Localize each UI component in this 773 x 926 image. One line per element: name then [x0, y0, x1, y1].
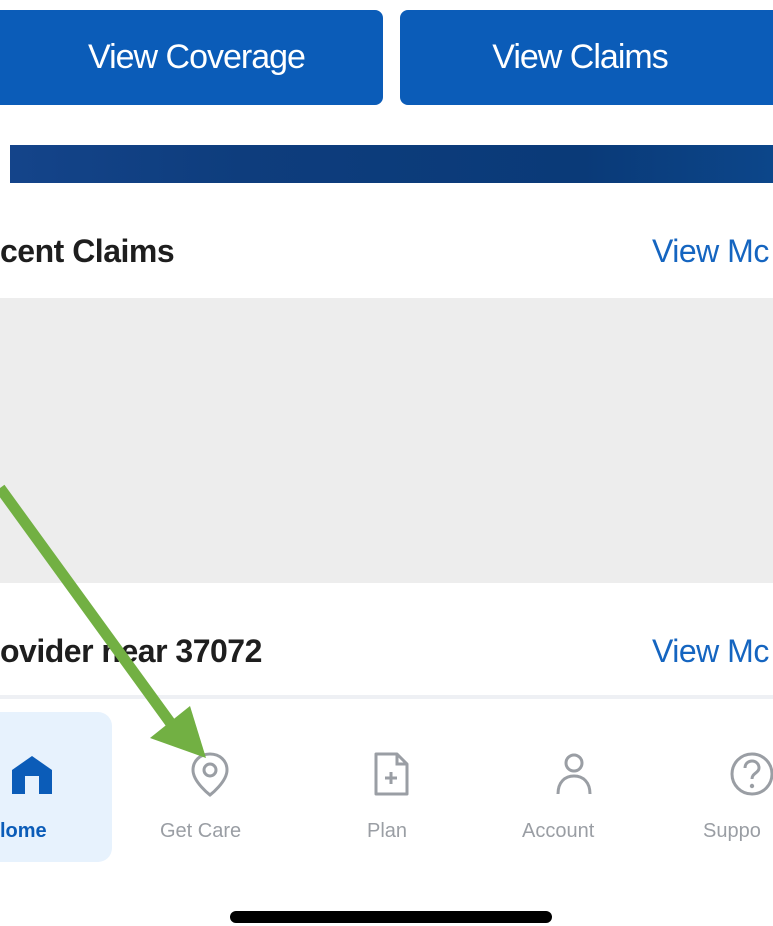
nav-label-get-care: Get Care	[160, 820, 242, 842]
document-plus-icon	[374, 752, 409, 796]
providers-heading: ovider near 37072	[0, 633, 262, 670]
nav-label-home: lome	[0, 820, 47, 842]
recent-claims-heading: cent Claims	[0, 233, 175, 269]
nav-item-get-care[interactable]: Get Care	[150, 712, 280, 862]
view-coverage-button[interactable]: View Coverage	[0, 10, 383, 105]
providers-view-more-link[interactable]: View Mc	[652, 633, 769, 670]
nav-item-support[interactable]: Suppo	[698, 712, 773, 862]
nav-label-account: Account	[522, 820, 595, 842]
nav-item-account[interactable]: Account	[512, 712, 632, 862]
user-icon	[556, 753, 592, 795]
recent-claims-panel	[0, 298, 773, 583]
home-indicator	[230, 911, 552, 923]
providers-heading-suffix: near 37072	[101, 633, 262, 669]
info-banner[interactable]	[10, 145, 773, 183]
nav-label-plan: Plan	[367, 820, 408, 842]
nav-divider	[0, 695, 773, 699]
nav-item-plan[interactable]: Plan	[345, 712, 445, 862]
providers-heading-prefix: ovider	[0, 633, 94, 669]
nav-label-support: Suppo	[703, 820, 761, 842]
view-claims-label: View Claims	[492, 38, 668, 76]
recent-claims-view-more-link[interactable]: View Mc	[652, 233, 769, 270]
nav-item-home[interactable]: lome	[0, 712, 112, 862]
view-claims-button[interactable]: View Claims	[400, 10, 773, 105]
help-circle-icon	[730, 752, 773, 796]
view-coverage-label: View Coverage	[88, 38, 306, 76]
home-icon	[12, 756, 52, 794]
map-pin-icon	[191, 752, 229, 797]
app-screen: View Coverage View Claims cent Claims Vi…	[0, 0, 773, 926]
